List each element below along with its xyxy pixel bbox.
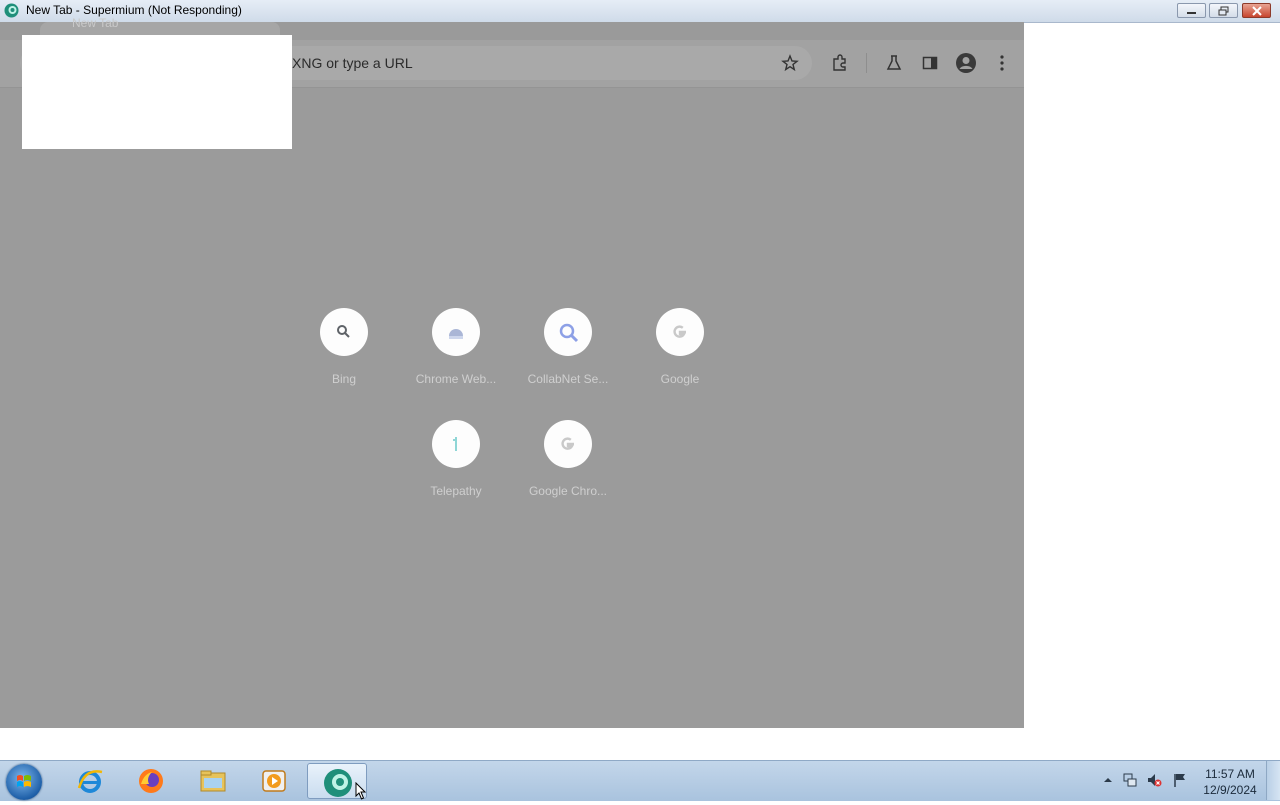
media-player-icon: [262, 770, 286, 792]
firefox-icon: [139, 769, 163, 793]
network-icon[interactable]: [1122, 772, 1138, 788]
shortcut-icon-circle: [320, 308, 368, 356]
internet-explorer-icon: [77, 770, 103, 793]
clock-date: 12/9/2024: [1203, 783, 1257, 797]
labs-icon[interactable]: [885, 54, 903, 72]
shortcut-tile[interactable]: Bing: [294, 308, 394, 408]
show-desktop-button[interactable]: [1266, 761, 1280, 800]
shortcut-label: Telepathy: [430, 484, 482, 498]
shortcut-label: Chrome Web...: [415, 372, 497, 386]
close-icon: [1252, 6, 1262, 16]
start-orb-icon[interactable]: [6, 764, 42, 800]
mouse-cursor-icon: [355, 782, 367, 800]
extensions-icon[interactable]: [831, 54, 849, 72]
shortcut-icon-circle: [544, 420, 592, 468]
shortcut-tile[interactable]: Google: [630, 308, 730, 408]
shortcut-label: Google: [660, 372, 700, 386]
supermium-icon: [4, 3, 19, 18]
volume-muted-icon[interactable]: [1146, 772, 1162, 788]
star-icon[interactable]: [781, 54, 799, 72]
shortcut-label: Bing: [331, 372, 357, 386]
taskbar: [0, 760, 1280, 801]
shortcut-label: CollabNet Se...: [527, 372, 609, 386]
taskbar-file-explorer[interactable]: [184, 763, 242, 799]
address-bar-placeholder: XNG or type a URL: [292, 55, 413, 71]
clock-time: 11:57 AM: [1205, 767, 1255, 781]
google-icon: [673, 325, 687, 338]
supermium-icon: [324, 769, 352, 797]
toolbar-separator: [866, 53, 867, 73]
window-title: New Tab - Supermium (Not Responding): [26, 3, 242, 17]
taskbar-internet-explorer[interactable]: [61, 763, 119, 799]
minimize-button[interactable]: [1177, 3, 1206, 18]
chrome-web-store-icon: [449, 329, 463, 339]
windows-logo-icon: [17, 775, 31, 787]
window-title-bar[interactable]: New Tab - Supermium (Not Responding): [0, 0, 1280, 23]
magnifier-icon: [559, 323, 579, 343]
restore-button[interactable]: [1209, 3, 1238, 18]
shortcut-icon-circle: [544, 308, 592, 356]
menu-icon[interactable]: [993, 54, 1011, 72]
system-clock[interactable]: 11:57 AM 12/9/2024: [1198, 766, 1262, 798]
sidepanel-icon[interactable]: [921, 54, 939, 72]
search-icon: [337, 325, 350, 338]
minimize-icon: [1187, 12, 1196, 14]
shortcut-tile[interactable]: Chrome Web...: [406, 308, 506, 408]
telepathy-icon: [453, 437, 457, 451]
taskbar-media-player[interactable]: [245, 763, 303, 799]
shortcut-tile[interactable]: Telepathy: [406, 420, 506, 520]
shortcut-icon-circle: [432, 420, 480, 468]
action-center-flag-icon[interactable]: [1172, 772, 1188, 788]
close-button[interactable]: [1242, 3, 1271, 18]
show-hidden-icon[interactable]: [1100, 772, 1116, 788]
taskbar-firefox[interactable]: [122, 763, 180, 799]
shortcut-icon-circle: [432, 308, 480, 356]
blank-popup-panel: [22, 35, 292, 149]
shortcut-tile[interactable]: CollabNet Se...: [518, 308, 618, 408]
restore-icon: [1218, 6, 1229, 16]
profile-icon[interactable]: [955, 52, 977, 74]
file-explorer-icon: [200, 770, 226, 792]
shortcut-icon-circle: [656, 308, 704, 356]
google-icon: [561, 437, 575, 450]
shortcut-label: Google Chro...: [528, 484, 608, 498]
shortcut-tile[interactable]: Google Chro...: [518, 420, 618, 520]
tab-title: New Tab: [72, 16, 119, 30]
